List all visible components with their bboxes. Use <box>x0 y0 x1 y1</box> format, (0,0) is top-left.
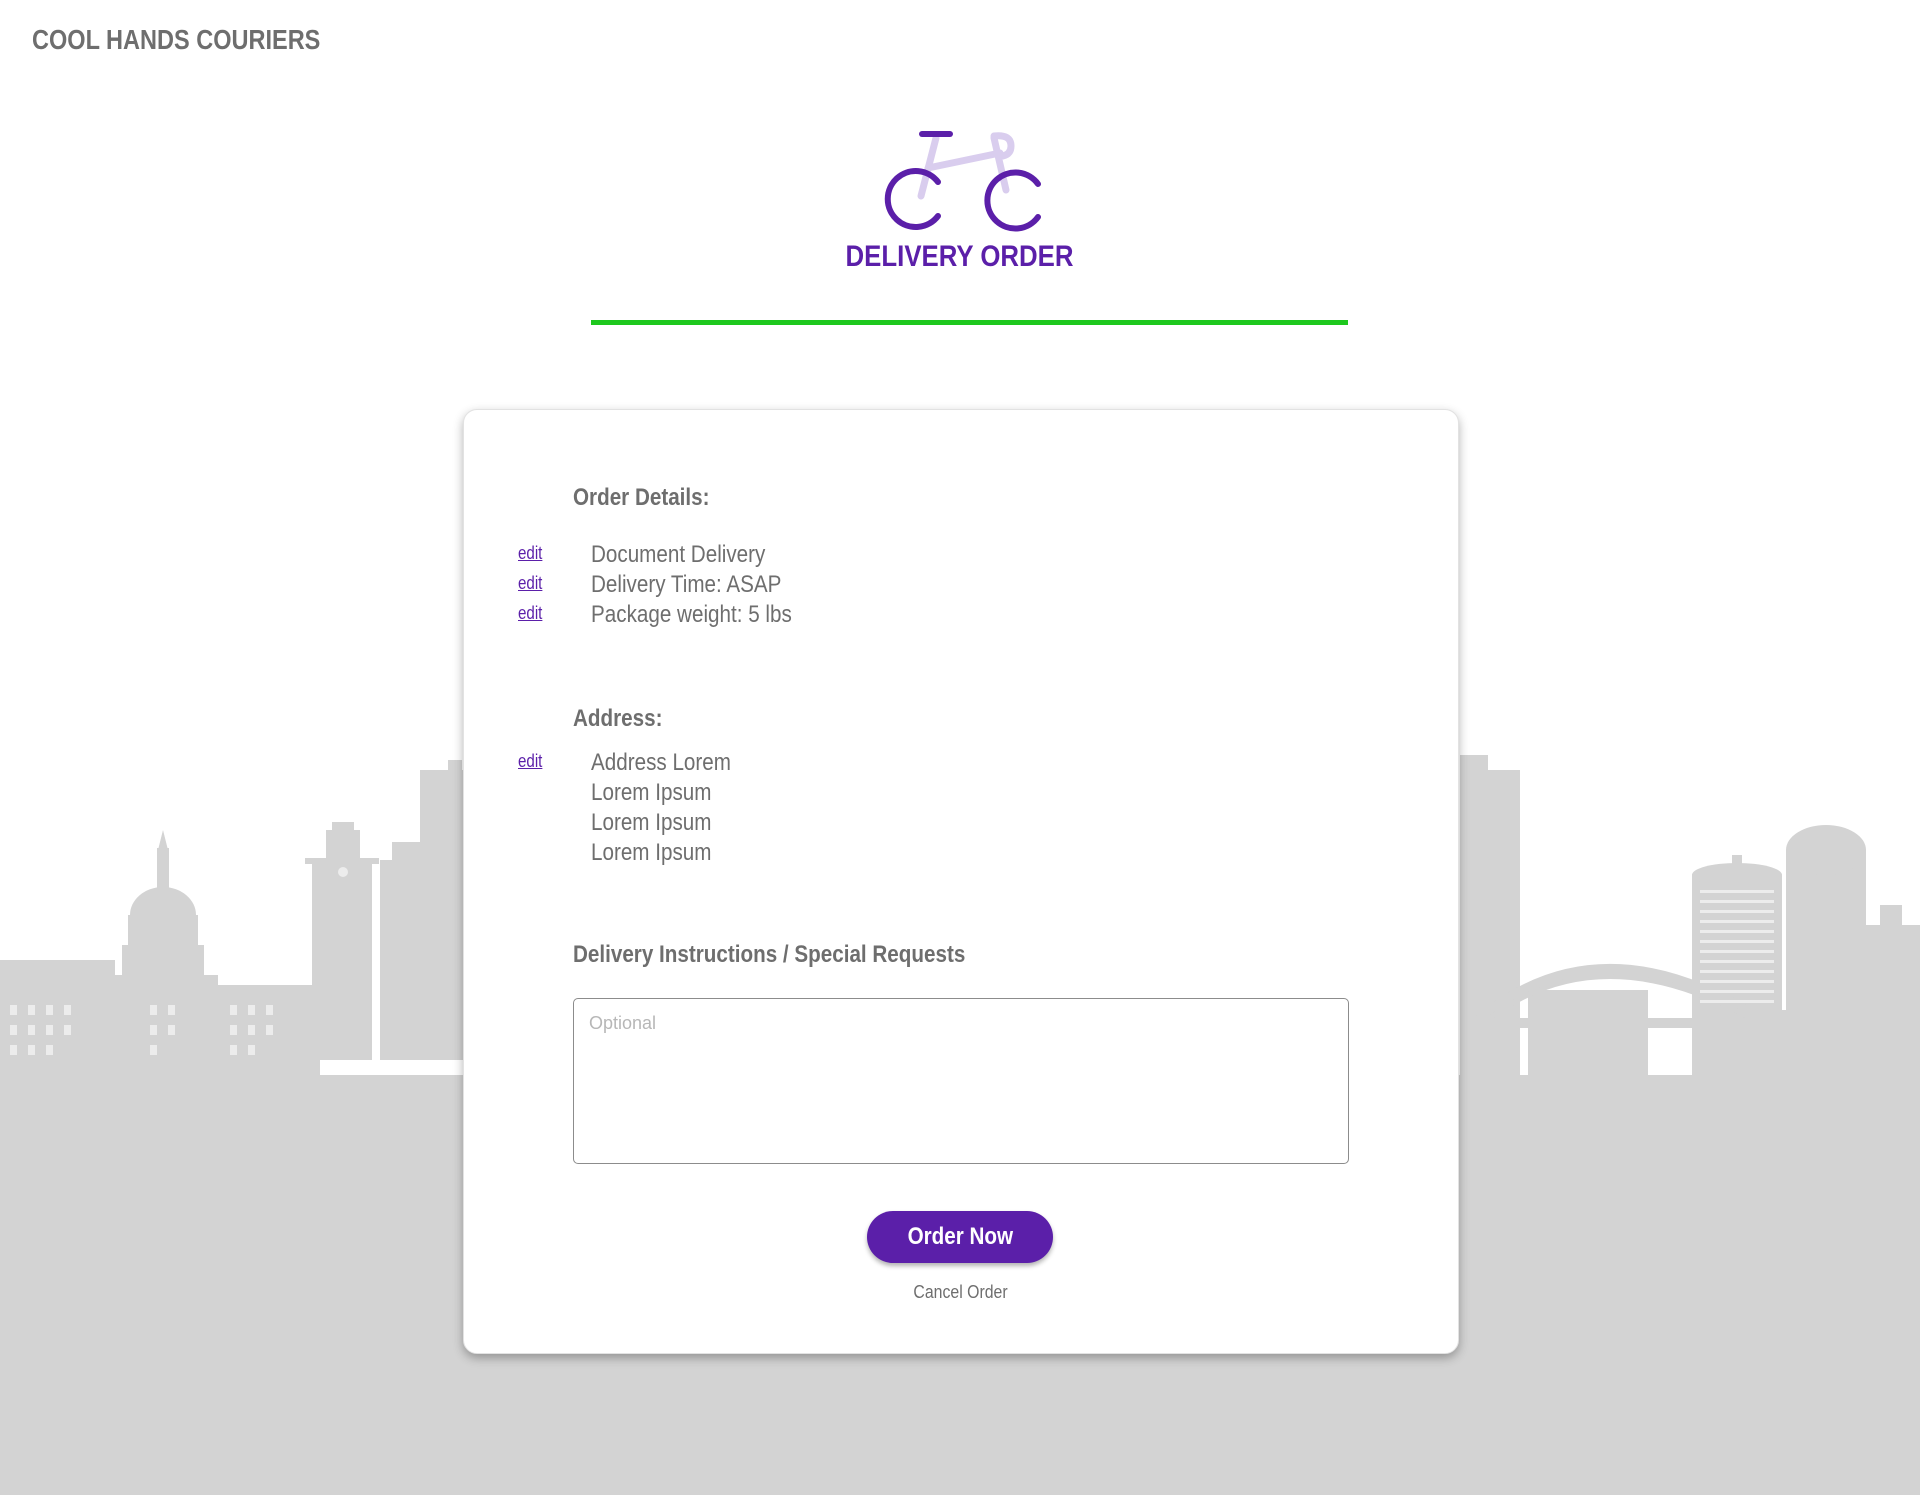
address-line-3: Lorem Ipsum <box>591 809 712 836</box>
edit-delivery-type-link[interactable]: edit <box>518 543 542 564</box>
edit-package-weight-link[interactable]: edit <box>518 603 542 624</box>
instructions-textarea[interactable] <box>573 998 1349 1164</box>
instructions-heading: Delivery Instructions / Special Requests <box>573 941 966 968</box>
delivery-type-value: Document Delivery <box>591 541 766 568</box>
address-heading: Address: <box>573 705 663 732</box>
edit-address-link[interactable]: edit <box>518 751 542 772</box>
address-line-1: Address Lorem <box>591 749 731 776</box>
progress-bar <box>591 320 1348 325</box>
progress-bar-fill <box>591 320 1348 325</box>
cancel-order-link[interactable]: Cancel Order <box>464 1282 1458 1303</box>
page-title-text: DELIVERY ORDER <box>846 240 1074 273</box>
package-weight-value: Package weight: 5 lbs <box>591 601 792 628</box>
order-now-button[interactable]: Order Now <box>867 1211 1053 1263</box>
edit-delivery-time-link[interactable]: edit <box>518 573 542 594</box>
bicycle-icon <box>884 131 1041 232</box>
cancel-order-label: Cancel Order <box>913 1282 1009 1302</box>
order-details-heading: Order Details: <box>573 484 710 511</box>
brand-name: COOL HANDS COURIERS <box>32 24 321 55</box>
address-line-4: Lorem Ipsum <box>591 839 712 866</box>
page-title: DELIVERY ORDER <box>0 240 1920 274</box>
address-line-2: Lorem Ipsum <box>591 779 712 806</box>
order-now-label: Order Now <box>907 1223 1013 1250</box>
delivery-time-value: Delivery Time: ASAP <box>591 571 782 598</box>
order-card: Order Details: edit Document Delivery ed… <box>463 409 1459 1354</box>
